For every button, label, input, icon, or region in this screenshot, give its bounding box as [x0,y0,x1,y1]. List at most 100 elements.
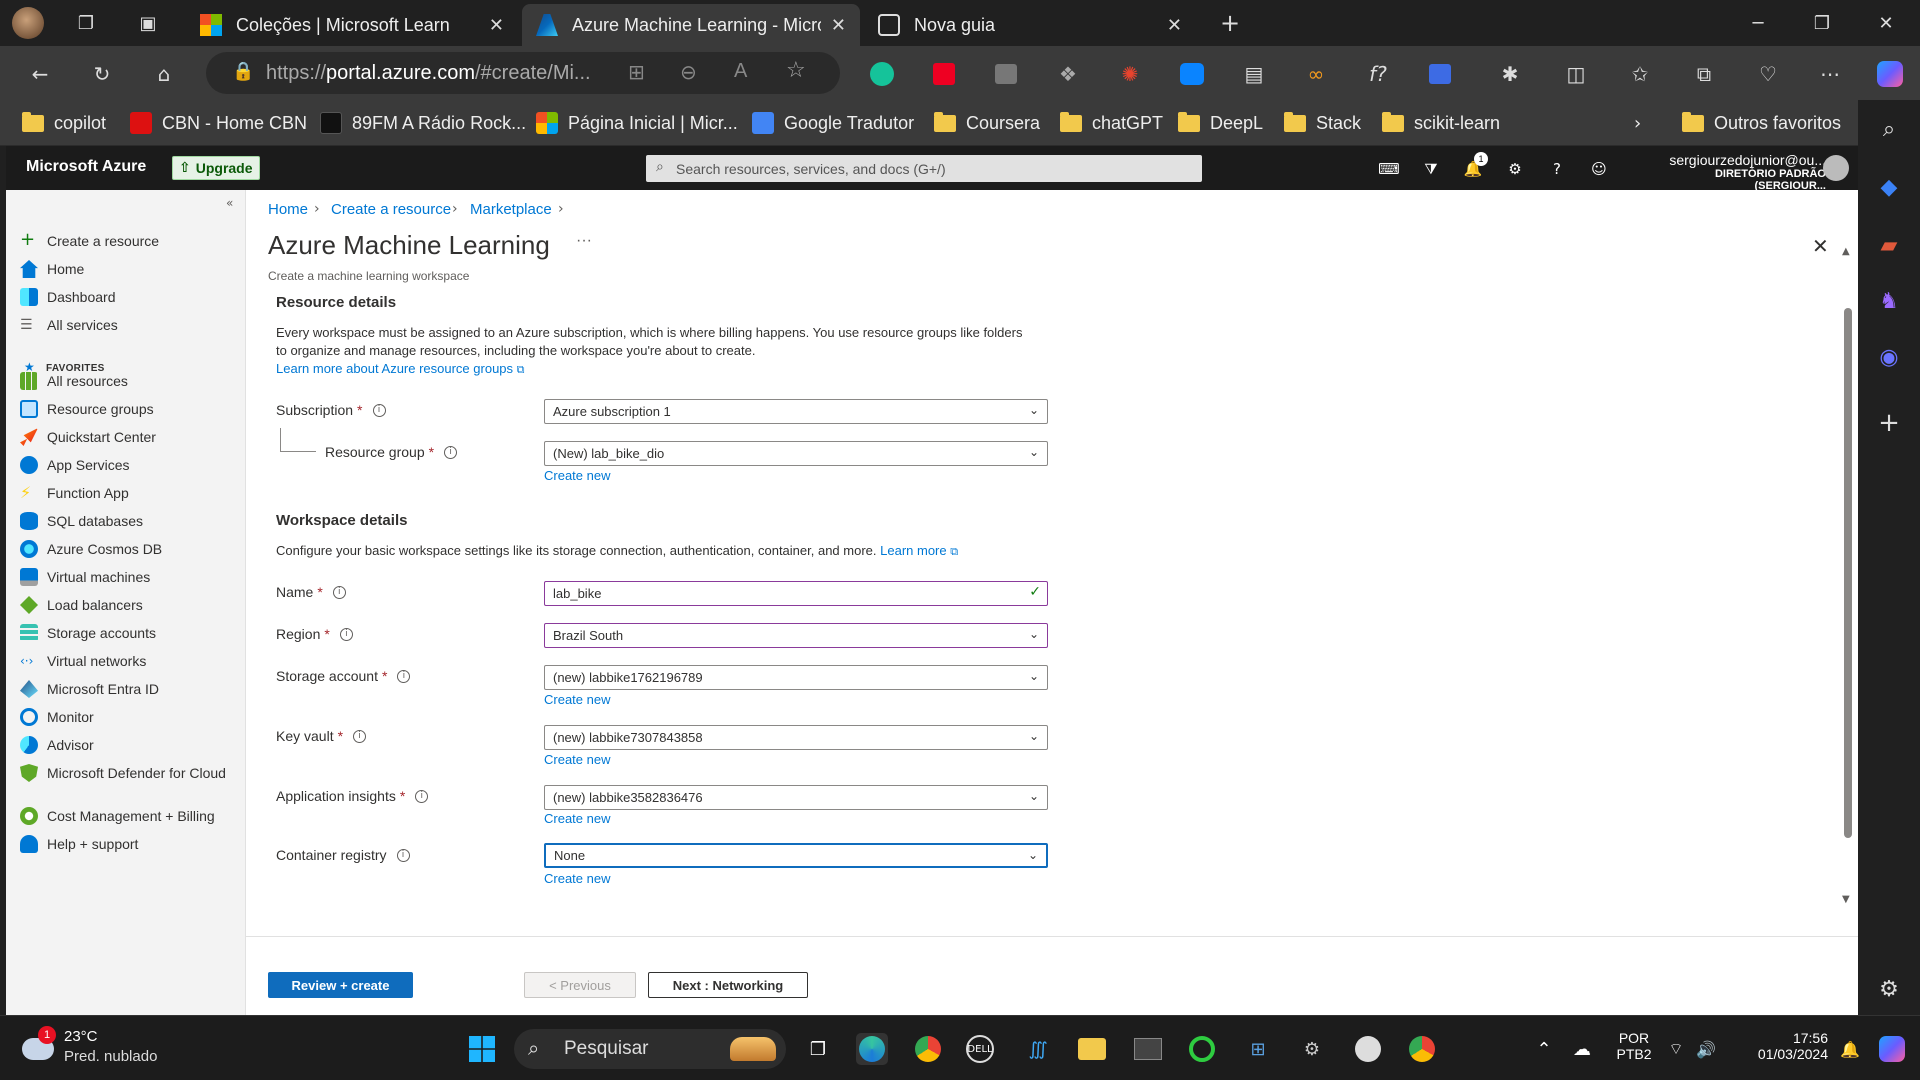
nav-home[interactable]: Home [20,260,240,278]
extension-infinity-icon[interactable]: ∞ [1300,58,1332,90]
favorite-folder-deepl[interactable]: DeepL [1178,110,1263,136]
grammarly-icon[interactable] [866,58,898,90]
collapse-nav-icon[interactable]: « [226,196,233,210]
create-new-storage-link[interactable]: Create new [544,692,610,707]
sidebar-tools-icon[interactable]: ▰ [1874,230,1904,260]
favorite-folder-stack[interactable]: Stack [1284,110,1361,136]
favorite-folder-copilot[interactable]: copilot [22,110,106,136]
zoom-icon[interactable]: ⊖ [680,60,697,84]
workspace-name-input[interactable]: lab_bike ✓ [544,581,1048,606]
settings-icon[interactable]: ⚙ [1504,158,1526,180]
taskbar-search[interactable]: ⌕ Pesquisar [514,1029,786,1069]
nav-cost-management[interactable]: Cost Management + Billing [20,807,240,825]
close-blade-icon[interactable]: ✕ [1812,234,1829,258]
refresh-icon[interactable]: ↻ [86,58,118,90]
terminal-icon[interactable] [1132,1033,1164,1065]
extension-blue-icon[interactable] [1424,58,1456,90]
sidebar-tag-icon[interactable]: ◆ [1874,172,1904,202]
collections-icon[interactable]: ⧉ [1688,58,1720,90]
favorite-microsoft[interactable]: Página Inicial | Micr... [536,110,738,136]
key-vault-select[interactable]: (new) labbike7307843858 ⌄ [544,725,1048,750]
sidebar-games-icon[interactable]: ♞ [1874,286,1904,316]
nav-cosmos-db[interactable]: Azure Cosmos DB [20,540,240,558]
learn-more-resource-groups-link[interactable]: Learn more about Azure resource groups ⧉ [276,361,525,376]
read-aloud-icon[interactable]: A [734,60,747,83]
minimize-icon[interactable]: ─ [1738,8,1778,38]
scroll-up-icon[interactable]: ▲ [1842,246,1850,257]
favorite-cbn[interactable]: CBN - Home CBN [130,110,307,136]
address-bar[interactable]: 🔒 https://portal.azure.com/#create/Mi...… [206,52,840,94]
copilot-icon[interactable] [1874,58,1906,90]
task-view-icon[interactable]: ❐ [802,1033,834,1065]
info-icon[interactable]: i [397,669,411,683]
feedback-icon[interactable]: ☺ [1588,158,1610,180]
create-new-key-vault-link[interactable]: Create new [544,752,610,767]
extension-shield-icon[interactable] [928,58,960,90]
info-icon[interactable]: i [396,848,410,862]
chrome-profile-icon[interactable] [1406,1033,1438,1065]
waves-icon[interactable]: ∭ [1022,1033,1054,1065]
clipboard-icon[interactable]: ▤ [1238,58,1270,90]
onedrive-icon[interactable] [1176,58,1208,90]
next-networking-button[interactable]: Next : Networking [648,972,808,998]
user-avatar[interactable] [1823,155,1849,181]
nav-all-resources[interactable]: All resources [20,372,240,390]
tab-microsoft-learn[interactable]: Coleções | Microsoft Learn ✕ [186,4,518,46]
nav-help-support[interactable]: Help + support [20,835,240,853]
settings-icon[interactable]: ⚙ [1296,1033,1328,1065]
sidebar-office-icon[interactable]: ◉ [1874,342,1904,372]
azure-search-input[interactable]: ⌕ Search resources, services, and docs (… [646,155,1202,182]
tab-new-tab[interactable]: Nova guia ✕ [864,4,1196,46]
chrome-icon[interactable] [912,1033,944,1065]
nav-monitor[interactable]: Monitor [20,708,240,726]
breadcrumb-home[interactable]: Home [268,201,308,218]
new-tab-icon[interactable]: + [1216,9,1244,37]
dropbox-icon[interactable]: ❖ [1052,58,1084,90]
info-icon[interactable]: i [444,445,458,459]
clock[interactable]: 17:56 01/03/2024 [1736,1030,1828,1062]
sidebar-add-icon[interactable]: + [1874,408,1904,438]
breadcrumb-marketplace[interactable]: Marketplace [470,201,552,218]
more-icon[interactable]: ⋯ [1814,58,1846,90]
tab-azure-ml[interactable]: Azure Machine Learning - Microsoft Azure… [522,4,860,46]
upgrade-button[interactable]: ⇧ Upgrade [172,156,260,180]
close-tab-icon[interactable]: ✕ [1167,15,1182,36]
file-explorer-icon[interactable] [1076,1033,1108,1065]
show-hidden-icons[interactable]: ⌃ [1528,1033,1560,1065]
favorite-folder-others[interactable]: Outros favoritos [1682,110,1841,136]
nav-virtual-networks[interactable]: ‹·› Virtual networks [20,652,240,670]
info-icon[interactable]: i [372,403,386,417]
container-registry-select[interactable]: None ⌄ [544,843,1048,868]
sidebar-search-icon[interactable]: ⌕ [1874,114,1904,144]
favorites-overflow-chevron-icon[interactable]: › [1634,110,1641,136]
info-icon[interactable]: i [353,729,367,743]
help-icon[interactable]: ? [1546,158,1568,180]
browser-essentials-icon[interactable]: ♡ [1752,58,1784,90]
dell-icon[interactable]: DELL [966,1035,994,1063]
nav-resource-groups[interactable]: Resource groups [20,400,240,418]
scroll-thumb[interactable] [1844,308,1852,838]
info-icon[interactable]: i [339,627,353,641]
profile-avatar[interactable] [12,7,44,39]
scroll-down-icon[interactable]: ▼ [1842,894,1850,905]
weather-widget[interactable]: 1 23°C Pred. nublado [20,1026,170,1072]
more-actions-icon[interactable]: ··· [576,232,592,250]
create-new-resource-group-link[interactable]: Create new [544,468,610,483]
previous-button[interactable]: < Previous [524,972,636,998]
nav-function-app[interactable]: ⚡ Function App [20,484,240,502]
nav-create-resource[interactable]: + Create a resource [20,231,240,250]
volume-icon[interactable]: 🔊 [1690,1033,1722,1065]
nav-load-balancers[interactable]: Load balancers [20,596,240,614]
cloud-shell-icon[interactable]: ⌨ [1378,158,1400,180]
create-new-container-registry-link[interactable]: Create new [544,871,610,886]
close-tab-icon[interactable]: ✕ [831,15,846,36]
nav-entra-id[interactable]: Microsoft Entra ID [20,680,240,698]
azure-brand[interactable]: Microsoft Azure [26,158,146,176]
info-icon[interactable]: i [415,789,429,803]
nav-advisor[interactable]: Advisor [20,736,240,754]
learn-more-workspace-link[interactable]: Learn more ⧉ [880,543,958,558]
nav-storage-accounts[interactable]: Storage accounts [20,624,240,642]
content-scrollbar[interactable]: ▲ ▼ [1842,246,1852,936]
close-tab-icon[interactable]: ✕ [489,15,504,36]
restore-icon[interactable]: ❐ [1802,8,1842,38]
